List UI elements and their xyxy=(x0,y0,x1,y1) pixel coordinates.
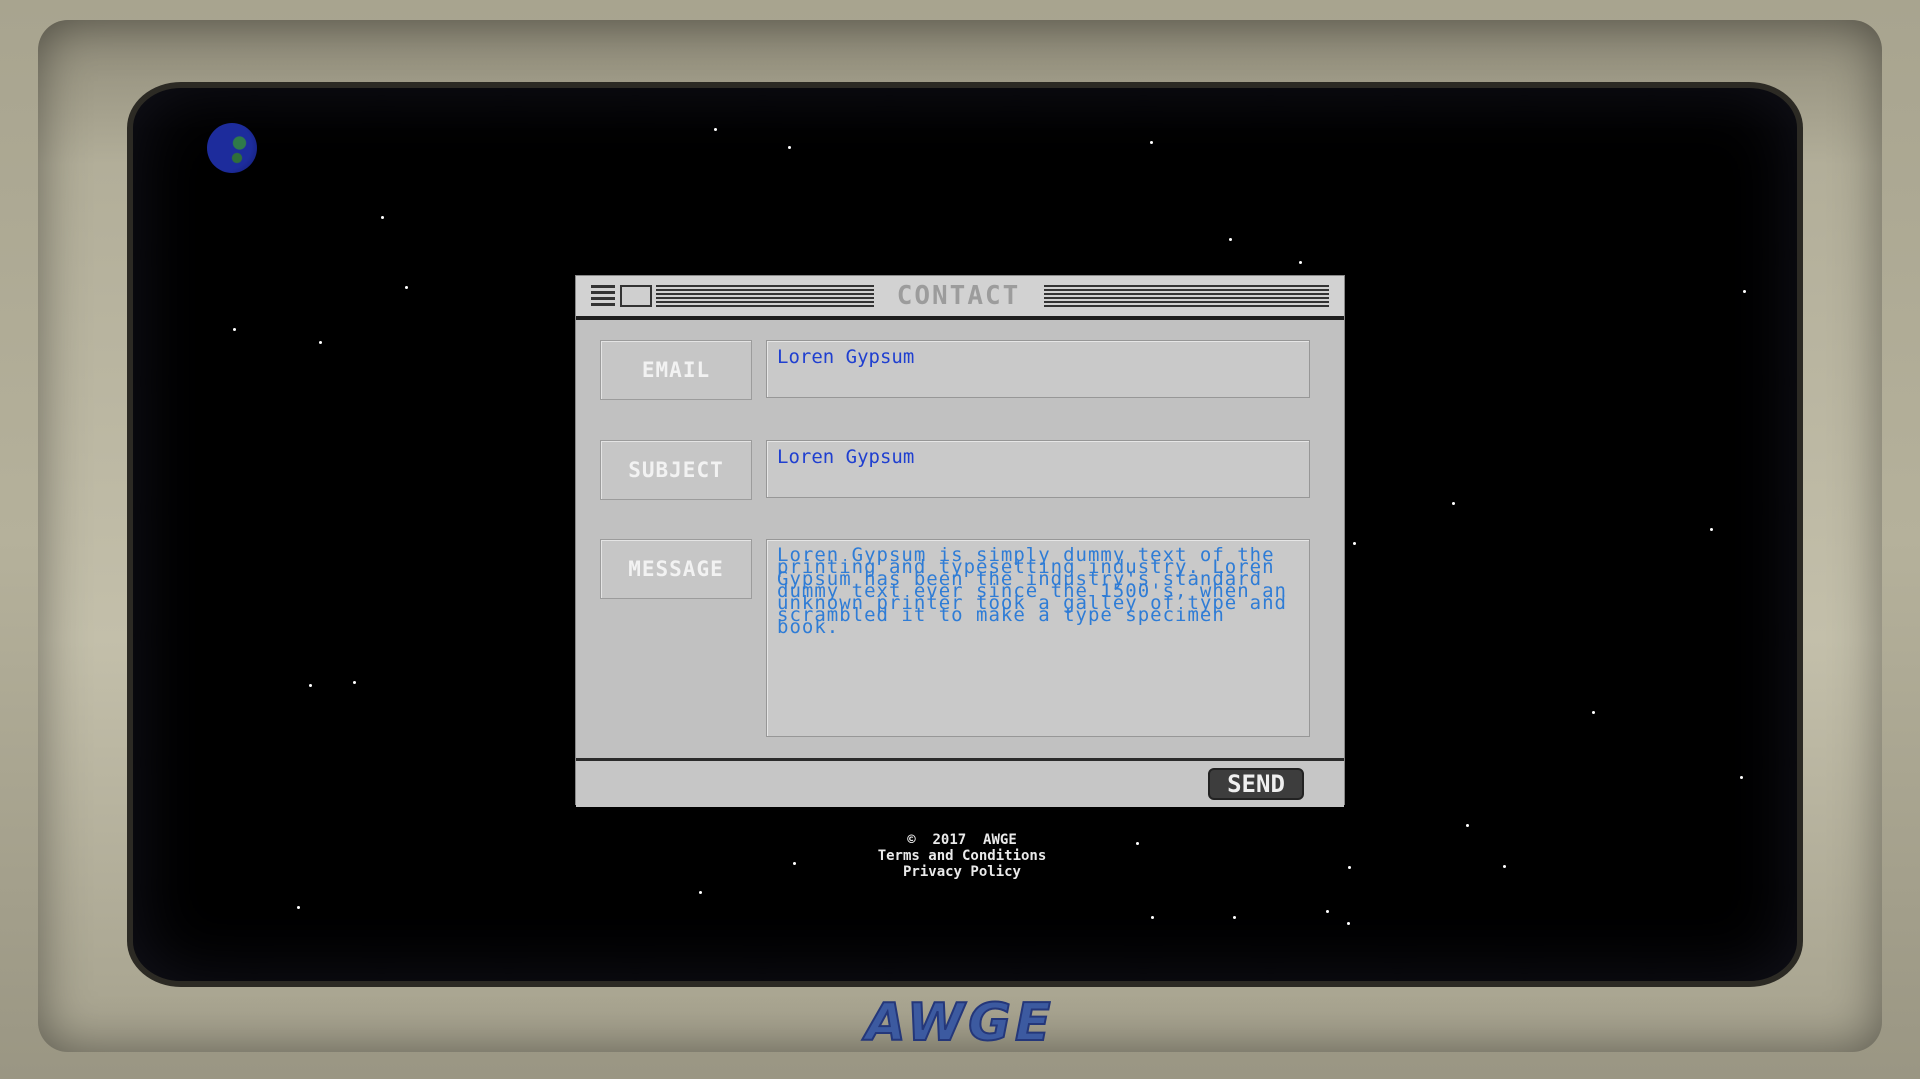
star xyxy=(1743,290,1746,293)
privacy-link[interactable]: Privacy Policy xyxy=(732,864,1192,880)
star xyxy=(405,286,408,289)
star xyxy=(381,216,384,219)
titlebar-stripes-right xyxy=(1044,285,1329,307)
terms-link[interactable]: Terms and Conditions xyxy=(732,848,1192,864)
monitor-frame: CONTACT EMAIL Loren Gypsum SUBJECT Loren… xyxy=(0,0,1920,1079)
star xyxy=(1740,776,1743,779)
window-title: CONTACT xyxy=(896,281,1021,311)
email-field[interactable]: Loren Gypsum xyxy=(766,340,1310,398)
window-titlebar[interactable]: CONTACT xyxy=(576,276,1344,320)
star xyxy=(1151,916,1154,919)
awge-logo: AWGE xyxy=(865,992,1055,1054)
subject-field[interactable]: Loren Gypsum xyxy=(766,440,1310,498)
site-footer: © 2017 AWGE Terms and Conditions Privacy… xyxy=(732,832,1192,880)
star xyxy=(1299,261,1302,264)
send-button[interactable]: SEND xyxy=(1208,768,1304,800)
star xyxy=(699,891,702,894)
window-box-icon[interactable] xyxy=(620,285,652,307)
star xyxy=(1348,866,1351,869)
star xyxy=(714,128,717,131)
star xyxy=(788,146,791,149)
star xyxy=(1353,542,1356,545)
star xyxy=(1150,141,1153,144)
star xyxy=(1592,711,1595,714)
contact-window: CONTACT EMAIL Loren Gypsum SUBJECT Loren… xyxy=(576,276,1344,807)
star xyxy=(297,906,300,909)
message-label: MESSAGE xyxy=(600,539,752,599)
star xyxy=(353,681,356,684)
star xyxy=(1710,528,1713,531)
star xyxy=(1326,910,1329,913)
star xyxy=(1466,824,1469,827)
star xyxy=(309,684,312,687)
star xyxy=(233,328,236,331)
window-footer: SEND xyxy=(576,758,1344,807)
message-textarea[interactable]: Loren Gypsum is simply dummy text of the… xyxy=(766,539,1310,737)
window-menu-icon[interactable] xyxy=(591,285,615,307)
star xyxy=(1452,502,1455,505)
star xyxy=(1233,916,1236,919)
email-label: EMAIL xyxy=(600,340,752,400)
copyright-text: © 2017 AWGE xyxy=(907,832,1017,848)
subject-label: SUBJECT xyxy=(600,440,752,500)
star xyxy=(1229,238,1232,241)
star xyxy=(1503,865,1506,868)
star xyxy=(1347,922,1350,925)
titlebar-stripes-left xyxy=(656,285,874,307)
earth-icon[interactable] xyxy=(207,123,257,173)
star xyxy=(319,341,322,344)
